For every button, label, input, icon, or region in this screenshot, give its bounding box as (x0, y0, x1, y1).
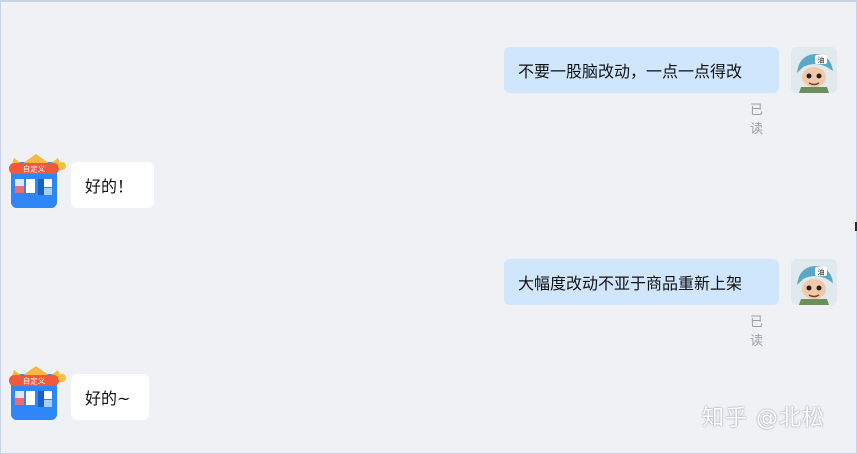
message-bubble[interactable]: 大幅度改动不亚于商品重新上架 (504, 259, 779, 305)
crown-badge-icon: 自定义 (9, 366, 66, 386)
message-bubble[interactable]: 好的~ (71, 374, 149, 420)
user-avatar[interactable]: 油 (791, 259, 837, 305)
message-text: 好的！ (85, 177, 134, 196)
message-text: 大幅度改动不亚于商品重新上架 (518, 274, 743, 293)
message-text: 好的~ (85, 389, 131, 408)
watermark: 知乎 @北松 (702, 406, 825, 431)
badge-label: 自定义 (23, 376, 46, 386)
user-avatar[interactable]: 油 (791, 47, 837, 93)
crown-badge-icon: 自定义 (9, 154, 66, 174)
read-status: 已读 (750, 315, 764, 349)
message-text: 不要一股脑改动，一点一点得改 (518, 62, 743, 81)
svg-text:油: 油 (818, 268, 825, 277)
badge-label: 自定义 (23, 164, 46, 174)
read-status: 已读 (750, 103, 764, 137)
message-bubble[interactable]: 不要一股脑改动，一点一点得改 (504, 47, 779, 93)
avatar-image: 油 (791, 47, 837, 93)
avatar-image: 油 (791, 259, 837, 305)
message-bubble[interactable]: 好的！ (71, 162, 154, 208)
svg-text:油: 油 (818, 56, 825, 65)
